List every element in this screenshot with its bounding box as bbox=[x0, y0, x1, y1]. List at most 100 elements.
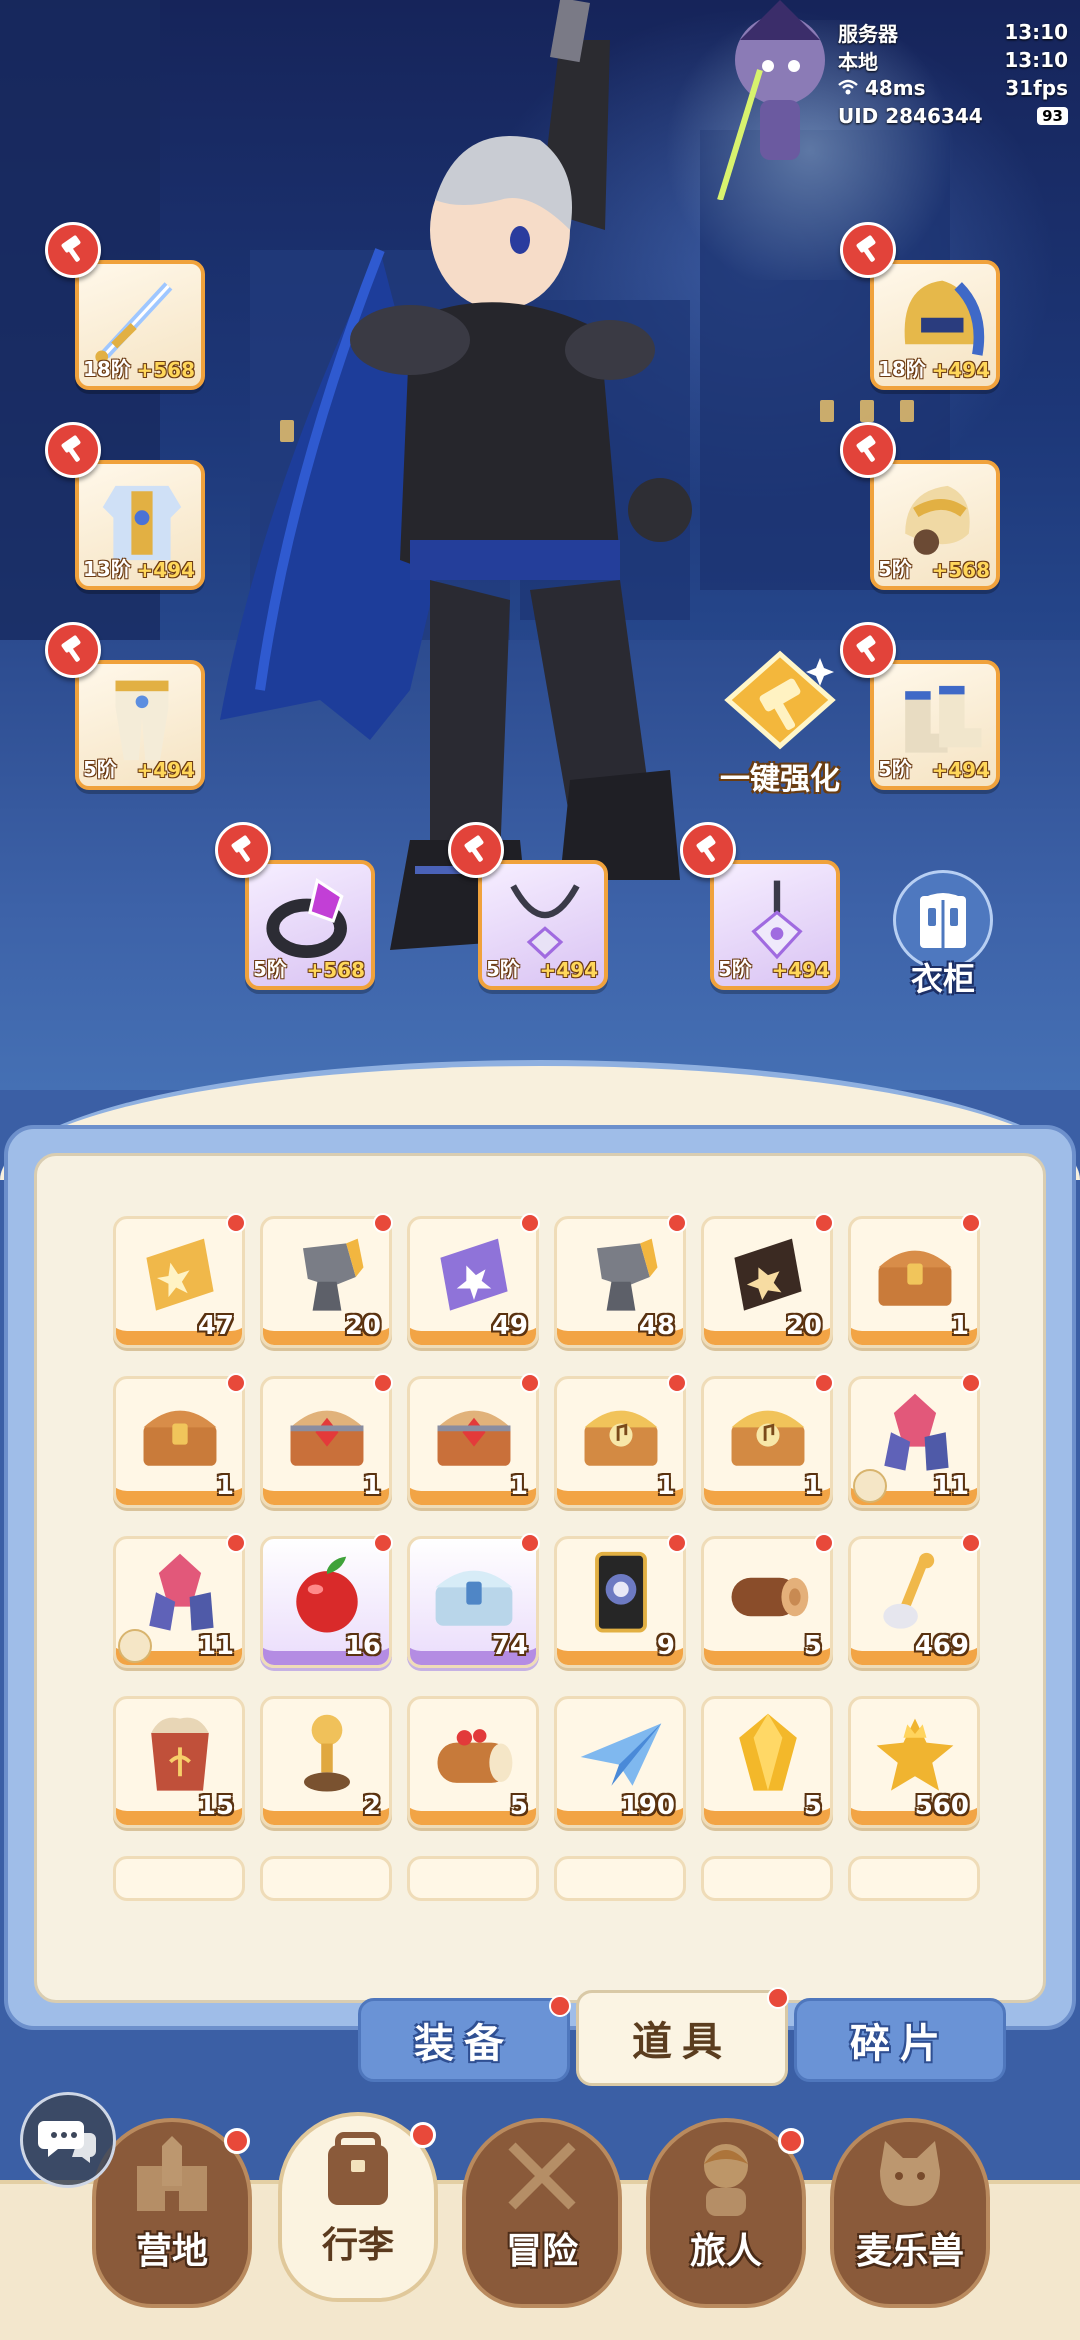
equip-slot-ring[interactable]: 5阶 +568 bbox=[245, 860, 375, 990]
inventory-panel: 47 20 49 48 20 1 1 1 1 1 1 11 11 16 74 9 5 469 15 2 5 190 5 560 bbox=[4, 1125, 1076, 2030]
gold-gem-icon bbox=[720, 1709, 816, 1799]
inventory-scroll-area[interactable]: 47 20 49 48 20 1 1 1 1 1 1 11 11 16 74 9 5 469 15 2 5 190 5 560 bbox=[34, 1153, 1046, 2003]
window-light bbox=[900, 400, 914, 422]
upgrade-hammer-icon bbox=[724, 650, 836, 750]
nav-label: 行李 bbox=[321, 2225, 394, 2266]
tab-fragments[interactable]: 碎片 bbox=[794, 1998, 1006, 2082]
inventory-item[interactable]: 11 bbox=[848, 1373, 981, 1508]
inventory-item[interactable]: 560 bbox=[848, 1696, 980, 1828]
inventory-item[interactable]: 5 bbox=[701, 1696, 833, 1828]
nav-cat-pet[interactable]: 麦乐兽 bbox=[830, 2118, 990, 2308]
armor-icon bbox=[89, 470, 195, 561]
wardrobe-button[interactable]: 衣柜 bbox=[888, 870, 998, 1000]
notification-dot bbox=[814, 1373, 834, 1393]
equip-tier: 5阶 bbox=[878, 557, 912, 581]
equip-tier: 5阶 bbox=[878, 757, 912, 781]
pants-icon bbox=[89, 670, 195, 761]
inventory-item-partial[interactable] bbox=[407, 1856, 539, 1901]
equip-slot-boots[interactable]: 5阶 +494 bbox=[870, 660, 1000, 790]
inventory-item[interactable]: 11 bbox=[113, 1533, 246, 1668]
inventory-item-partial[interactable] bbox=[848, 1856, 980, 1901]
inventory-item[interactable]: 1 bbox=[260, 1373, 393, 1508]
equip-tier: 5阶 bbox=[486, 957, 520, 981]
inventory-item[interactable]: 5 bbox=[701, 1533, 834, 1668]
equip-bonus: +494 bbox=[931, 358, 990, 382]
equip-slot-armor[interactable]: 13阶 +494 bbox=[75, 460, 205, 590]
inventory-item[interactable]: 1 bbox=[407, 1373, 540, 1508]
nav-label: 旅人 bbox=[689, 2231, 762, 2272]
tab-equipment-label: 装备 bbox=[414, 2021, 514, 2067]
inventory-item[interactable]: 469 bbox=[848, 1533, 981, 1668]
upgrade-all-label: 一键强化 bbox=[720, 762, 840, 797]
enhance-hammer-icon[interactable] bbox=[45, 422, 101, 478]
dark-card-icon bbox=[720, 1229, 816, 1319]
ping-value: 48ms bbox=[864, 76, 926, 100]
nav-traveler[interactable]: 旅人 bbox=[646, 2118, 806, 2308]
equip-slot-necklace[interactable]: 5阶 +494 bbox=[478, 860, 608, 990]
upgrade-all-button[interactable]: 一键强化 bbox=[700, 650, 860, 800]
item-count: 190 bbox=[620, 1791, 675, 1821]
red-chest-icon bbox=[279, 1389, 375, 1479]
enhance-hammer-icon[interactable] bbox=[45, 222, 101, 278]
music-chest-icon bbox=[720, 1389, 816, 1479]
notification-dot bbox=[373, 1533, 393, 1553]
companion-pet[interactable] bbox=[700, 0, 860, 200]
crystal-icon bbox=[132, 1549, 228, 1639]
nav-crossed-swords[interactable]: 冒险 bbox=[462, 2118, 622, 2308]
item-count: 20 bbox=[785, 1311, 822, 1341]
inventory-item[interactable]: 1 bbox=[848, 1213, 981, 1348]
inventory-item[interactable]: 15 bbox=[113, 1696, 245, 1828]
notification-dot bbox=[961, 1533, 981, 1553]
battery-icon: 93 bbox=[1037, 107, 1068, 125]
item-count: 1 bbox=[656, 1471, 675, 1501]
item-count: 49 bbox=[491, 1311, 528, 1341]
nav-castle[interactable]: 营地 bbox=[92, 2118, 252, 2308]
equip-slot-earring[interactable]: 5阶 +494 bbox=[710, 860, 840, 990]
chat-button[interactable] bbox=[20, 2092, 116, 2188]
equip-slot-weapon[interactable]: 18阶 +568 bbox=[75, 260, 205, 390]
inventory-item[interactable]: 1 bbox=[113, 1373, 246, 1508]
equip-slot-gauntlet[interactable]: 5阶 +568 bbox=[870, 460, 1000, 590]
red-chest-icon bbox=[426, 1389, 522, 1479]
inventory-item-partial[interactable] bbox=[113, 1856, 245, 1901]
inventory-item[interactable]: 16 bbox=[260, 1533, 393, 1668]
inventory-item-partial[interactable] bbox=[554, 1856, 686, 1901]
inventory-item[interactable]: 20 bbox=[701, 1213, 834, 1348]
tab-items[interactable]: 道具 bbox=[576, 1987, 789, 2086]
equip-slot-pants[interactable]: 5阶 +494 bbox=[75, 660, 205, 790]
inventory-item[interactable]: 47 bbox=[113, 1213, 246, 1348]
inventory-item[interactable]: 20 bbox=[260, 1213, 393, 1348]
enhance-hammer-icon[interactable] bbox=[45, 622, 101, 678]
inventory-item[interactable]: 190 bbox=[554, 1696, 686, 1828]
equip-slot-helmet[interactable]: 18阶 +494 bbox=[870, 260, 1000, 390]
enhance-hammer-icon[interactable] bbox=[840, 422, 896, 478]
enhance-hammer-icon[interactable] bbox=[840, 222, 896, 278]
inventory-item[interactable]: 74 bbox=[407, 1533, 540, 1668]
enhance-hammer-icon[interactable] bbox=[448, 822, 504, 878]
enhance-hammer-icon[interactable] bbox=[680, 822, 736, 878]
inventory-item[interactable]: 9 bbox=[554, 1533, 687, 1668]
item-count: 560 bbox=[914, 1791, 969, 1821]
inventory-item-partial[interactable] bbox=[701, 1856, 833, 1901]
enhance-hammer-icon[interactable] bbox=[215, 822, 271, 878]
inventory-item-partial[interactable] bbox=[260, 1856, 392, 1901]
wifi-icon bbox=[838, 76, 865, 100]
tab-items-label: 道具 bbox=[632, 2019, 732, 2065]
inventory-item[interactable]: 1 bbox=[554, 1373, 687, 1508]
equip-bonus: +494 bbox=[539, 958, 598, 982]
equip-tier: 5阶 bbox=[253, 957, 287, 981]
nav-backpack[interactable]: 行李 bbox=[278, 2112, 438, 2302]
notification-dot bbox=[961, 1213, 981, 1233]
inventory-item[interactable]: 48 bbox=[554, 1213, 687, 1348]
item-count: 1 bbox=[803, 1471, 822, 1501]
inventory-item[interactable]: 1 bbox=[701, 1373, 834, 1508]
notification-dot bbox=[814, 1533, 834, 1553]
necklace-icon bbox=[492, 870, 598, 960]
inventory-item[interactable]: 5 bbox=[407, 1696, 539, 1828]
tab-fragments-label: 碎片 bbox=[850, 2021, 950, 2067]
purple-card-icon bbox=[426, 1229, 522, 1319]
inventory-item[interactable]: 49 bbox=[407, 1213, 540, 1348]
tab-equipment[interactable]: 装备 bbox=[358, 1995, 571, 2082]
inventory-item[interactable]: 2 bbox=[260, 1696, 392, 1828]
item-count: 11 bbox=[932, 1471, 969, 1501]
